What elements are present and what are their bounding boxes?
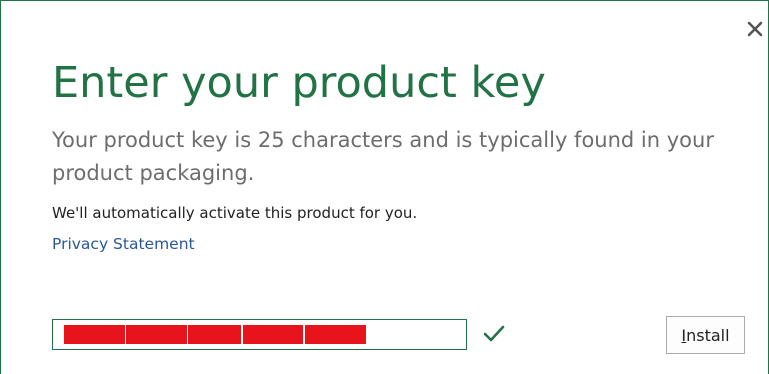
privacy-statement-link[interactable]: Privacy Statement [52,232,195,256]
checkmark-icon [483,325,505,342]
install-button-label: nstall [686,325,730,345]
product-key-input[interactable] [53,320,466,349]
dialog-description: Your product key is 25 characters and is… [52,128,714,185]
close-button[interactable] [745,19,765,39]
install-button[interactable]: Install [666,316,745,354]
close-icon [747,21,763,37]
dialog-title: Enter your product key [52,58,546,108]
product-key-dialog: Enter your product key Your product key … [0,0,769,374]
product-key-field[interactable] [52,319,467,350]
auto-activate-text: We'll automatically activate this produc… [52,204,418,222]
